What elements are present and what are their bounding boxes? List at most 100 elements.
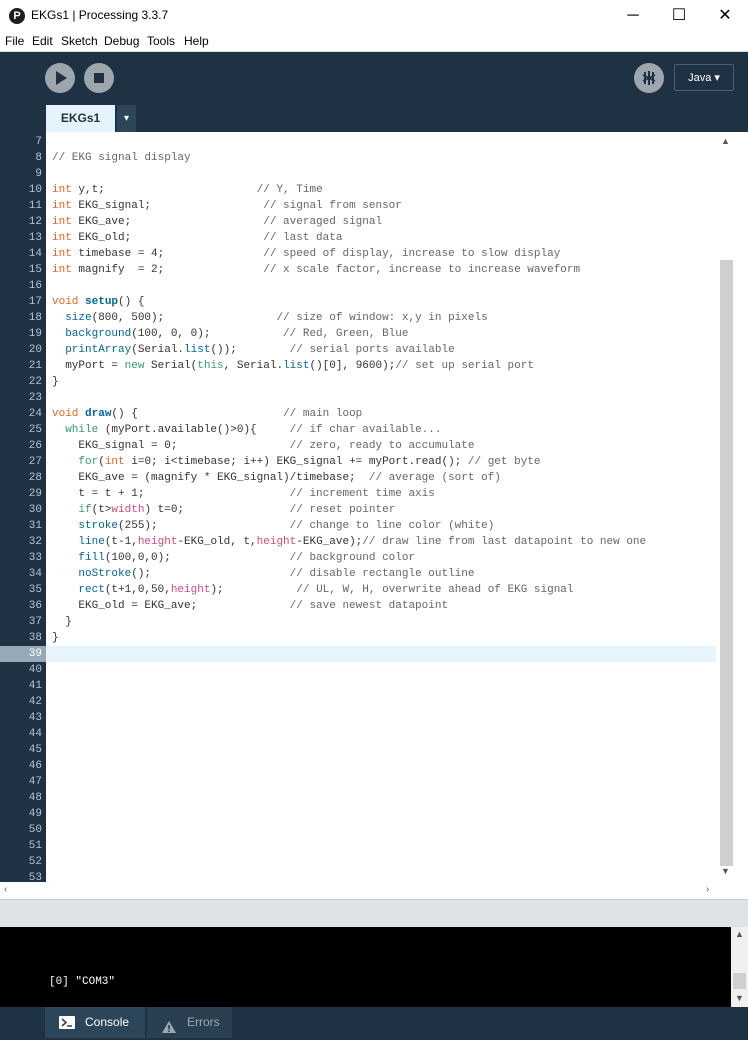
code-text: line(t-1,height-EKG_old, t,height-EKG_av…	[78, 536, 647, 548]
code-line[interactable]: 40	[0, 662, 716, 678]
code-line[interactable]: 23	[0, 390, 716, 406]
code-line[interactable]: 8 // EKG signal display	[0, 150, 716, 166]
code-text: void draw() { // main loop	[52, 408, 363, 420]
code-line[interactable]: 22}	[0, 374, 716, 390]
code-line[interactable]: 21 myPort = new Serial(this, Serial.list…	[0, 358, 716, 374]
code-line[interactable]: 51	[0, 838, 716, 854]
line-number: 48	[28, 792, 42, 804]
errors-tab-label: Errors	[187, 1015, 220, 1029]
code-line[interactable]: 25 while (myPort.available()>0){ // if c…	[0, 422, 716, 438]
console-scroll-thumb[interactable]	[733, 973, 746, 989]
code-line[interactable]: 38}	[0, 630, 716, 646]
code-line[interactable]: 28 EKG_ave = (magnify * EKG_signal)/time…	[0, 470, 716, 486]
line-number: 20	[28, 344, 42, 356]
stop-icon	[94, 73, 104, 83]
code-line[interactable]: 37 }	[0, 614, 716, 630]
code-line[interactable]: 35 rect(t+1,0,50,height); // UL, W, H, o…	[0, 582, 716, 598]
console-scrollbar[interactable]: ▲ ▼	[731, 927, 748, 1007]
code-line[interactable]: 47	[0, 774, 716, 790]
code-line[interactable]: 33 fill(100,0,0); // background color	[0, 550, 716, 566]
code-line[interactable]: 12 int EKG_ave; // averaged signal	[0, 214, 716, 230]
menu-sketch[interactable]: Sketch	[61, 34, 98, 48]
code-line[interactable]: 39	[0, 646, 716, 662]
run-button[interactable]	[45, 63, 75, 93]
code-line[interactable]: 31 stroke(255); // change to line color …	[0, 518, 716, 534]
scroll-up-icon[interactable]: ▲	[735, 929, 744, 939]
code-line[interactable]: 15 int magnify = 2; // x scale factor, in…	[0, 262, 716, 278]
code-line[interactable]: 19 background(100, 0, 0); // Red, Green,…	[0, 326, 716, 342]
code-line[interactable]: 45	[0, 742, 716, 758]
code-line[interactable]: 10 int y,t; // Y, Time	[0, 182, 716, 198]
code-line[interactable]: 42	[0, 694, 716, 710]
console-tab-label: Console	[85, 1015, 130, 1029]
line-number: 19	[28, 328, 42, 340]
code-text: myPort = new Serial(this, Serial.list()[…	[52, 360, 534, 372]
code-text: for(int i=0; i<timebase; i++) EKG_signal…	[78, 456, 541, 468]
code-line[interactable]: 13 int EKG_old; // last data	[0, 230, 716, 246]
code-line[interactable]: 53	[0, 870, 716, 882]
code-line[interactable]: 7	[0, 134, 716, 150]
code-line[interactable]: 32 line(t-1,height-EKG_old, t,height-EKG…	[0, 534, 716, 550]
tab-menu-button[interactable]: ▾	[117, 105, 136, 132]
code-line[interactable]: 30 if(t>width) t=0; // reset pointer	[0, 502, 716, 518]
scroll-left-icon[interactable]: ‹	[4, 884, 7, 895]
editor-scroll-thumb[interactable]	[720, 260, 733, 866]
processing-logo-icon: P	[9, 8, 25, 24]
menu-tools[interactable]: Tools	[147, 34, 175, 48]
code-line[interactable]: 34 noStroke(); // disable rectangle outl…	[0, 566, 716, 582]
code-line[interactable]: 43	[0, 710, 716, 726]
debug-button[interactable]	[634, 63, 664, 93]
console-divider[interactable]	[0, 899, 748, 927]
code-line[interactable]: 11 int EKG_signal; // signal from sensor	[0, 198, 716, 214]
editor-horizontal-scrollbar[interactable]: ‹ ›	[0, 882, 718, 899]
code-line[interactable]: 46	[0, 758, 716, 774]
line-number: 39	[28, 648, 42, 660]
code-line[interactable]: 27 for(int i=0; i<timebase; i++) EKG_sig…	[0, 454, 716, 470]
line-number: 36	[28, 600, 42, 612]
scroll-down-icon[interactable]: ▼	[721, 866, 730, 876]
maximize-button[interactable]: ☐	[656, 0, 702, 31]
scroll-down-icon[interactable]: ▼	[735, 993, 744, 1003]
code-line[interactable]: 9	[0, 166, 716, 182]
scroll-right-icon[interactable]: ›	[706, 884, 709, 895]
line-number: 12	[28, 216, 42, 228]
scroll-up-icon[interactable]: ▲	[721, 136, 730, 146]
code-line[interactable]: 16	[0, 278, 716, 294]
code-line[interactable]: 44	[0, 726, 716, 742]
code-line[interactable]: 20 printArray(Serial.list()); // serial …	[0, 342, 716, 358]
minimize-button[interactable]: ─	[610, 0, 656, 31]
code-line[interactable]: 18 size(800, 500); // size of window: x,…	[0, 310, 716, 326]
line-number: 40	[28, 664, 42, 676]
code-line[interactable]: 52	[0, 854, 716, 870]
code-line[interactable]: 24 void draw() { // main loop	[0, 406, 716, 422]
code-line[interactable]: 50	[0, 822, 716, 838]
close-button[interactable]: ✕	[702, 0, 748, 31]
line-number: 52	[28, 856, 42, 868]
line-number: 29	[28, 488, 42, 500]
menu-file[interactable]: File	[5, 34, 24, 48]
errors-tab[interactable]: Errors	[147, 1007, 232, 1038]
tab-ekgs1[interactable]: EKGs1	[46, 105, 115, 132]
menu-edit[interactable]: Edit	[32, 34, 53, 48]
console-tab[interactable]: Console	[45, 1007, 145, 1038]
code-line[interactable]: 41	[0, 678, 716, 694]
code-lines[interactable]: 7 8 // EKG signal display 9 10 int y,t; // Y,…	[0, 134, 716, 882]
menu-debug[interactable]: Debug	[104, 34, 139, 48]
line-number: 27	[28, 456, 42, 468]
code-line[interactable]: 36 EKG_old = EKG_ave; // save newest dat…	[0, 598, 716, 614]
code-text: fill(100,0,0); // background color	[78, 552, 416, 564]
code-text: background(100, 0, 0); // Red, Green, Bl…	[65, 328, 409, 340]
menu-help[interactable]: Help	[184, 34, 209, 48]
window-title: EKGs1 | Processing 3.3.7	[31, 8, 169, 22]
mode-selector[interactable]: Java ▾	[674, 64, 734, 91]
stop-button[interactable]	[84, 63, 114, 93]
code-line[interactable]: 48	[0, 790, 716, 806]
line-number: 49	[28, 808, 42, 820]
terminal-icon	[59, 1016, 75, 1029]
code-line[interactable]: 49	[0, 806, 716, 822]
code-line[interactable]: 26 EKG_signal = 0; // zero, ready to acc…	[0, 438, 716, 454]
warning-icon	[161, 1015, 177, 1046]
code-line[interactable]: 17 void setup() {	[0, 294, 716, 310]
code-line[interactable]: 29 t = t + 1; // increment time axis	[0, 486, 716, 502]
code-line[interactable]: 14 int timebase = 4; // speed of display,…	[0, 246, 716, 262]
